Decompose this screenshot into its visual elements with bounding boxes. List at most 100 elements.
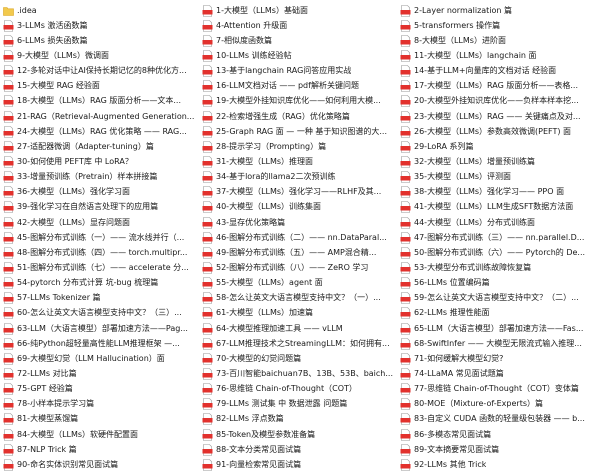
file-item[interactable]: 23-大模型（LLMs）RAG —— 关键痛点及对... bbox=[397, 109, 600, 124]
pdf-file-icon bbox=[202, 458, 213, 471]
file-item[interactable]: 75-GPT 经验篇 bbox=[0, 382, 199, 397]
file-item[interactable]: 5-transformers 操作篇 bbox=[397, 18, 600, 33]
file-item[interactable]: 81-大模型蒸馏篇 bbox=[0, 412, 199, 427]
file-item[interactable]: 60-怎么让英文大语言模型支持中文？（三）... bbox=[0, 306, 199, 321]
file-item[interactable]: 65-LLM（大语言模型）部署加速方法——Fas... bbox=[397, 321, 600, 336]
file-item[interactable]: 89-文本摘要常见面试篇 bbox=[397, 442, 600, 457]
file-item[interactable]: 16-LLM文档对话 —— pdf解析关键问题 bbox=[199, 79, 397, 94]
file-item[interactable]: 61-大模型（LLMs）加速篇 bbox=[199, 306, 397, 321]
file-item[interactable]: 26-大模型（LLMs）参数高效微调(PEFT) 面 bbox=[397, 124, 600, 139]
folder-item[interactable]: .idea bbox=[0, 3, 199, 18]
file-item[interactable]: 56-LLMs 位置编码篇 bbox=[397, 276, 600, 291]
file-item[interactable]: 4-Attention 升级面 bbox=[199, 18, 397, 33]
file-item[interactable]: 35-大模型（LLMs）评测面 bbox=[397, 170, 600, 185]
file-item[interactable]: 87-NLP Trick 篇 bbox=[0, 442, 199, 457]
file-item[interactable]: 33-增量预训练（Pretrain）样本拼接篇 bbox=[0, 170, 199, 185]
file-item[interactable]: 70-大模型的幻觉问题篇 bbox=[199, 351, 397, 366]
file-item[interactable]: 37-大模型（LLMs）强化学习——RLHF及其... bbox=[199, 185, 397, 200]
file-item[interactable]: 58-怎么让英文大语言模型支持中文？（一）... bbox=[199, 291, 397, 306]
file-item[interactable]: 32-大模型（LLMs）增量预训练篇 bbox=[397, 154, 600, 169]
file-item[interactable]: 15-大模型 RAG 经验面 bbox=[0, 79, 199, 94]
file-item[interactable]: 18-大模型（LLMs）RAG 版面分析——文本... bbox=[0, 94, 199, 109]
file-item[interactable]: 11-大模型（LLMs）langchain 面 bbox=[397, 48, 600, 63]
file-item[interactable]: 20-大模型外挂知识库优化——负样本样本挖... bbox=[397, 94, 600, 109]
file-item[interactable]: 12-多轮对话中让AI保持长期记忆的8种优化方... bbox=[0, 64, 199, 79]
file-item[interactable]: 14-基于LLM+向量库的文档对话 经验面 bbox=[397, 64, 600, 79]
file-item[interactable]: 1-大模型（LLMs）基础面 bbox=[199, 3, 397, 18]
file-item[interactable]: 8-大模型（LLMs）进阶面 bbox=[397, 33, 600, 48]
file-item[interactable]: 90-命名实体识别常见面试篇 bbox=[0, 457, 199, 472]
file-item[interactable]: 66-纯Python超轻量高性能LLM推理框架 —... bbox=[0, 336, 199, 351]
file-item[interactable]: 27-适配器微调（Adapter-tuning）篇 bbox=[0, 139, 199, 154]
file-item[interactable]: 48-图解分布式训练（四）—— torch.multipr... bbox=[0, 245, 199, 260]
file-item[interactable]: 19-大模型外挂知识库优化——如何利用大模... bbox=[199, 94, 397, 109]
file-item[interactable]: 45-图解分布式训练（一）—— 流水线并行（... bbox=[0, 230, 199, 245]
file-item[interactable]: 24-大模型（LLMs）RAG 优化策略 —— RAG... bbox=[0, 124, 199, 139]
pdf-file-icon bbox=[202, 35, 213, 47]
file-item[interactable]: 83-自定义 CUDA 函数的轻量级包装器 —— b... bbox=[397, 412, 600, 427]
file-item[interactable]: 76-思维链 Chain-of-Thought（COT） bbox=[199, 382, 397, 397]
file-item[interactable]: 46-图解分布式训练（二）—— nn.DataParal... bbox=[199, 230, 397, 245]
file-item[interactable]: 72-LLMs 对比篇 bbox=[0, 366, 199, 381]
file-item[interactable]: 13-基于langchain RAG问答应用实战 bbox=[199, 64, 397, 79]
file-item[interactable]: 82-LLMs 浮点数篇 bbox=[199, 412, 397, 427]
file-item[interactable]: 39-强化学习在自然语言处理下的应用篇 bbox=[0, 200, 199, 215]
file-item[interactable]: 64-大模型推理加速工具 —— vLLM bbox=[199, 321, 397, 336]
file-item[interactable]: 30-如何使用 PEFT库 中 LoRA？ bbox=[0, 154, 199, 169]
file-item[interactable]: 38-大模型（LLMs）强化学习—— PPO 面 bbox=[397, 185, 600, 200]
file-item[interactable]: 67-LLM推理技术之StreamingLLM：如何拥有... bbox=[199, 336, 397, 351]
file-item[interactable]: 78-小样本提示学习篇 bbox=[0, 397, 199, 412]
file-name: 38-大模型（LLMs）强化学习—— PPO 面 bbox=[414, 187, 565, 197]
file-item[interactable]: 47-图解分布式训练（三）—— nn.parallel.D... bbox=[397, 230, 600, 245]
pdf-file-icon bbox=[400, 95, 411, 108]
file-item[interactable]: 43-显存优化策略篇 bbox=[199, 215, 397, 230]
file-item[interactable]: 73-百川智能baichuan7B、13B、53B、baich... bbox=[199, 366, 397, 381]
file-item[interactable]: 34-基于lora的llama2二次预训练 bbox=[199, 170, 397, 185]
file-item[interactable]: 22-检索增强生成（RAG）优化策略篇 bbox=[199, 109, 397, 124]
pdf-file-icon bbox=[3, 95, 14, 108]
file-item[interactable]: 36-大模型（LLMs）强化学习面 bbox=[0, 185, 199, 200]
file-item[interactable]: 85-Token及模型参数准备篇 bbox=[199, 427, 397, 442]
file-item[interactable]: 41-大模型（LLMs）LLM生成SFT数据方法面 bbox=[397, 200, 600, 215]
file-item[interactable]: 44-大模型（LLMs）分布式训练面 bbox=[397, 215, 600, 230]
file-item[interactable]: 68-SwiftInfer —— 大模型无限流式输入推理... bbox=[397, 336, 600, 351]
file-item[interactable]: 21-RAG（Retrieval-Augmented Generation... bbox=[0, 109, 199, 124]
pdf-file-icon bbox=[202, 337, 213, 350]
file-item[interactable]: 3-LLMs 激活函数篇 bbox=[0, 18, 199, 33]
file-item[interactable]: 53-大模型分布式训练故障恢复篇 bbox=[397, 260, 600, 275]
file-item[interactable]: 63-LLM（大语言模型）部署加速方法——Pag... bbox=[0, 321, 199, 336]
file-item[interactable]: 29-LoRA 系列篇 bbox=[397, 139, 600, 154]
file-item[interactable]: 91-向量检索常见面试篇 bbox=[199, 457, 397, 472]
file-item[interactable]: 28-提示学习（Prompting）篇 bbox=[199, 139, 397, 154]
file-item[interactable]: 79-LLMs 测试集 中 数据泄露 问题篇 bbox=[199, 397, 397, 412]
file-item[interactable]: 54-pytorch 分布式计算 坑-bug 梳理篇 bbox=[0, 276, 199, 291]
file-item[interactable]: 6-LLMs 损失函数篇 bbox=[0, 33, 199, 48]
file-item[interactable]: 74-LLaMA 常见面试题篇 bbox=[397, 366, 600, 381]
file-item[interactable]: 25-Graph RAG 面 — 一种 基于知识图谱的大... bbox=[199, 124, 397, 139]
file-item[interactable]: 77-思维链 Chain-of-Thought（COT）变体篇 bbox=[397, 382, 600, 397]
file-item[interactable]: 92-LLMs 其他 Trick bbox=[397, 457, 600, 472]
file-item[interactable]: 80-MOE（Mixture-of-Experts）篇 bbox=[397, 397, 600, 412]
file-item[interactable]: 40-大模型（LLMs）训练集面 bbox=[199, 200, 397, 215]
file-item[interactable]: 7-相似度函数篇 bbox=[199, 33, 397, 48]
file-item[interactable]: 52-图解分布式训练（八）—— ZeRO 学习 bbox=[199, 260, 397, 275]
file-item[interactable]: 49-图解分布式训练（五）—— AMP混合精... bbox=[199, 245, 397, 260]
file-item[interactable]: 84-大模型（LLMs）软硬件配置面 bbox=[0, 427, 199, 442]
file-item[interactable]: 10-LLMs 训练经验帖 bbox=[199, 48, 397, 63]
file-item[interactable]: 69-大模型幻觉（LLM Hallucination）面 bbox=[0, 351, 199, 366]
file-item[interactable]: 51-图解分布式训练（七）—— accelerate 分... bbox=[0, 260, 199, 275]
file-item[interactable]: 57-LLMs Tokenizer 篇 bbox=[0, 291, 199, 306]
file-item[interactable]: 9-大模型（LLMs）微调面 bbox=[0, 48, 199, 63]
file-item[interactable]: 71-如何缓解大模型幻觉? bbox=[397, 351, 600, 366]
file-item[interactable]: 59-怎么让英文大语言模型支持中文？（二）... bbox=[397, 291, 600, 306]
file-item[interactable]: 17-大模型（LLMs）RAG 版面分析——表格... bbox=[397, 79, 600, 94]
file-item[interactable]: 55-大模型（LLMs）agent 面 bbox=[199, 276, 397, 291]
file-item[interactable]: 42-大模型（LLMs）显存问题面 bbox=[0, 215, 199, 230]
file-item[interactable]: 86-多模态常见面试篇 bbox=[397, 427, 600, 442]
file-item[interactable]: 2-Layer normalization 篇 bbox=[397, 3, 600, 18]
file-item[interactable]: 88-文本分类常见面试篇 bbox=[199, 442, 397, 457]
file-item[interactable]: 62-LLMs 推理性能面 bbox=[397, 306, 600, 321]
file-item[interactable]: 50-图解分布式训练（六）—— Pytorch的 De... bbox=[397, 245, 600, 260]
file-item[interactable]: 31-大模型（LLMs）推理面 bbox=[199, 154, 397, 169]
file-name: 43-显存优化策略篇 bbox=[216, 217, 286, 227]
